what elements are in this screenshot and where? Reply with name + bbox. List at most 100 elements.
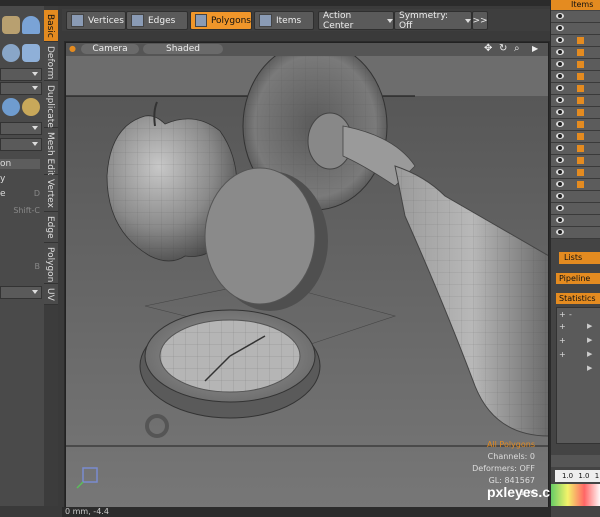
bevel-icon[interactable] bbox=[2, 98, 20, 116]
item-row[interactable] bbox=[551, 119, 600, 131]
tab-deform[interactable]: Deform bbox=[44, 42, 58, 81]
zoom-icon[interactable]: ⌕ bbox=[514, 43, 520, 54]
locator-icon bbox=[577, 85, 584, 92]
pan-icon[interactable]: ✥ bbox=[484, 43, 492, 54]
stats-expand-icon[interactable]: ▶ bbox=[587, 322, 592, 330]
visibility-eye-icon[interactable] bbox=[556, 13, 564, 19]
item-row[interactable] bbox=[551, 191, 600, 203]
left-label-on[interactable]: on bbox=[0, 159, 40, 169]
visibility-eye-icon[interactable] bbox=[556, 85, 564, 91]
tab-lists[interactable]: Lists bbox=[559, 252, 600, 264]
item-row[interactable] bbox=[551, 107, 600, 119]
stats-row-add-icon[interactable]: + bbox=[559, 350, 566, 359]
items-button[interactable]: Items bbox=[254, 11, 314, 30]
stats-remove-icon[interactable]: - bbox=[569, 310, 572, 319]
tool-dropdown-1[interactable] bbox=[0, 68, 42, 81]
stats-row-add-icon[interactable]: + bbox=[559, 336, 566, 345]
visibility-eye-icon[interactable] bbox=[556, 217, 564, 223]
right-panel: Items Lists Pipeline Statistics + - + + … bbox=[550, 0, 600, 517]
sculpt-icon[interactable] bbox=[2, 16, 20, 34]
status-bar: 0 mm, -4.4 bbox=[62, 507, 600, 517]
top-strip bbox=[0, 0, 600, 6]
swatch-strip[interactable] bbox=[551, 455, 600, 467]
item-row[interactable] bbox=[551, 11, 600, 23]
item-row[interactable] bbox=[551, 83, 600, 95]
toolbar-more-button[interactable]: >> bbox=[472, 11, 488, 30]
visibility-eye-icon[interactable] bbox=[556, 145, 564, 151]
item-row[interactable] bbox=[551, 59, 600, 71]
selection-mode-label: All Polygons bbox=[486, 440, 535, 449]
left-label-e[interactable]: e bbox=[0, 189, 6, 199]
item-row[interactable] bbox=[551, 23, 600, 35]
3d-viewport[interactable]: ● Camera Shaded ✥ ↻ ⌕ ▶ All Polygons Cha… bbox=[64, 41, 550, 509]
visibility-eye-icon[interactable] bbox=[556, 97, 564, 103]
visibility-eye-icon[interactable] bbox=[556, 121, 564, 127]
tab-basic[interactable]: Basic bbox=[44, 10, 58, 42]
stats-expand-icon[interactable]: ▶ bbox=[587, 350, 592, 358]
visibility-eye-icon[interactable] bbox=[556, 61, 564, 67]
item-row[interactable] bbox=[551, 179, 600, 191]
visibility-eye-icon[interactable] bbox=[556, 193, 564, 199]
soft-drag-icon[interactable] bbox=[22, 98, 40, 116]
stats-expand-icon[interactable]: ▶ bbox=[587, 364, 592, 372]
visibility-eye-icon[interactable] bbox=[556, 229, 564, 235]
visibility-eye-icon[interactable] bbox=[556, 169, 564, 175]
stats-expand-icon[interactable]: ▶ bbox=[587, 336, 592, 344]
tool-dropdown-5[interactable] bbox=[0, 286, 42, 299]
item-row[interactable] bbox=[551, 35, 600, 47]
sphere-icon[interactable] bbox=[2, 44, 20, 62]
tab-duplicate[interactable]: Duplicate bbox=[44, 81, 58, 128]
tool-dropdown-2[interactable] bbox=[0, 82, 42, 95]
visibility-eye-icon[interactable] bbox=[556, 133, 564, 139]
vertices-button[interactable]: Vertices bbox=[66, 11, 126, 30]
tab-edge[interactable]: Edge bbox=[44, 212, 58, 243]
tab-uv[interactable]: UV bbox=[44, 284, 58, 305]
item-row[interactable] bbox=[551, 227, 600, 239]
viewport-menu-dot-icon[interactable]: ● bbox=[69, 44, 76, 53]
polygons-button[interactable]: Polygons bbox=[190, 11, 252, 30]
locator-icon bbox=[577, 145, 584, 152]
item-row[interactable] bbox=[551, 203, 600, 215]
action-center-dropdown[interactable]: Action Center bbox=[318, 11, 394, 31]
item-row[interactable] bbox=[551, 131, 600, 143]
camera-view-button[interactable]: Camera bbox=[81, 44, 139, 54]
stats-row-add-icon[interactable]: + bbox=[559, 322, 566, 331]
tool-dropdown-3[interactable] bbox=[0, 122, 42, 135]
shortcut-d: D bbox=[33, 189, 40, 198]
shortcut-shift-c: Shift-C bbox=[13, 206, 40, 215]
tab-polygon[interactable]: Polygon bbox=[44, 243, 58, 284]
item-row[interactable] bbox=[551, 155, 600, 167]
statistics-button[interactable]: Statistics bbox=[556, 293, 600, 304]
tab-mesh-edit[interactable]: Mesh Edit bbox=[44, 128, 58, 176]
shading-mode-button[interactable]: Shaded bbox=[143, 44, 223, 54]
tab-vertex[interactable]: Vertex bbox=[44, 175, 58, 212]
left-tool-panel: on y e D Shift-C B bbox=[0, 6, 45, 506]
rotate-icon[interactable]: ↻ bbox=[499, 43, 507, 54]
item-row[interactable] bbox=[551, 95, 600, 107]
stats-add-icon[interactable]: + bbox=[559, 310, 566, 319]
symmetry-dropdown[interactable]: Symmetry: Off bbox=[394, 11, 472, 31]
cone-icon[interactable] bbox=[22, 16, 40, 34]
edges-button[interactable]: Edges bbox=[126, 11, 188, 30]
visibility-eye-icon[interactable] bbox=[556, 25, 564, 31]
scene-render[interactable] bbox=[65, 56, 549, 508]
viewport-options-arrow-icon[interactable]: ▶ bbox=[532, 44, 538, 53]
color-value-fields[interactable]: 1.0 1.0 1 bbox=[555, 470, 600, 482]
tool-dropdown-4[interactable] bbox=[0, 138, 42, 151]
visibility-eye-icon[interactable] bbox=[556, 109, 564, 115]
item-row[interactable] bbox=[551, 215, 600, 227]
visibility-eye-icon[interactable] bbox=[556, 157, 564, 163]
deformers-readout: Deformers: OFF bbox=[472, 464, 535, 473]
visibility-eye-icon[interactable] bbox=[556, 181, 564, 187]
visibility-eye-icon[interactable] bbox=[556, 49, 564, 55]
visibility-eye-icon[interactable] bbox=[556, 205, 564, 211]
pipeline-button[interactable]: Pipeline bbox=[556, 273, 600, 284]
color-picker-gradient[interactable] bbox=[551, 484, 600, 506]
item-row[interactable] bbox=[551, 143, 600, 155]
item-row[interactable] bbox=[551, 71, 600, 83]
text-tool-icon[interactable] bbox=[22, 44, 40, 62]
item-row[interactable] bbox=[551, 47, 600, 59]
item-row[interactable] bbox=[551, 167, 600, 179]
visibility-eye-icon[interactable] bbox=[556, 73, 564, 79]
visibility-eye-icon[interactable] bbox=[556, 37, 564, 43]
